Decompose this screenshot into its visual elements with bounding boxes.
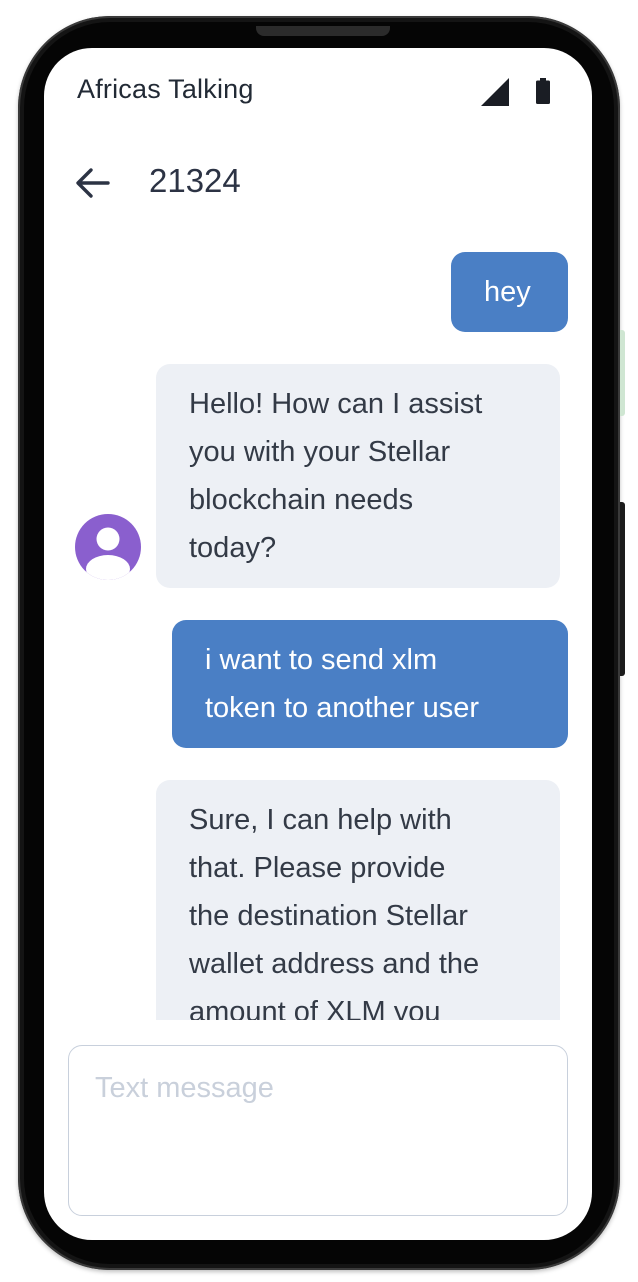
message-list[interactable]: hey Hello! How can I assist you with you…: [44, 244, 592, 1020]
speaker-grille: [256, 26, 390, 36]
signal-icon: [481, 78, 509, 106]
outgoing-message: hey: [451, 252, 568, 332]
chat-title: 21324: [149, 162, 241, 199]
incoming-message: Hello! How can I assist you with your St…: [156, 364, 560, 588]
incoming-message: Sure, I can help with that. Please provi…: [156, 780, 560, 1020]
status-title: Africas Talking: [77, 74, 254, 104]
side-button: [620, 330, 625, 416]
screen: Africas Talking 21324 hey Hello! How can…: [44, 48, 592, 1240]
person-icon: [75, 514, 141, 580]
app-bar: 21324: [44, 144, 592, 222]
volume-button: [620, 502, 625, 676]
battery-icon: [536, 78, 550, 104]
text-message-input[interactable]: [69, 1046, 567, 1215]
status-bar: Africas Talking: [44, 48, 592, 138]
arrow-left-icon[interactable]: [74, 164, 112, 202]
message-composer: [68, 1045, 568, 1216]
outgoing-message: i want to send xlm token to another user: [172, 620, 568, 748]
